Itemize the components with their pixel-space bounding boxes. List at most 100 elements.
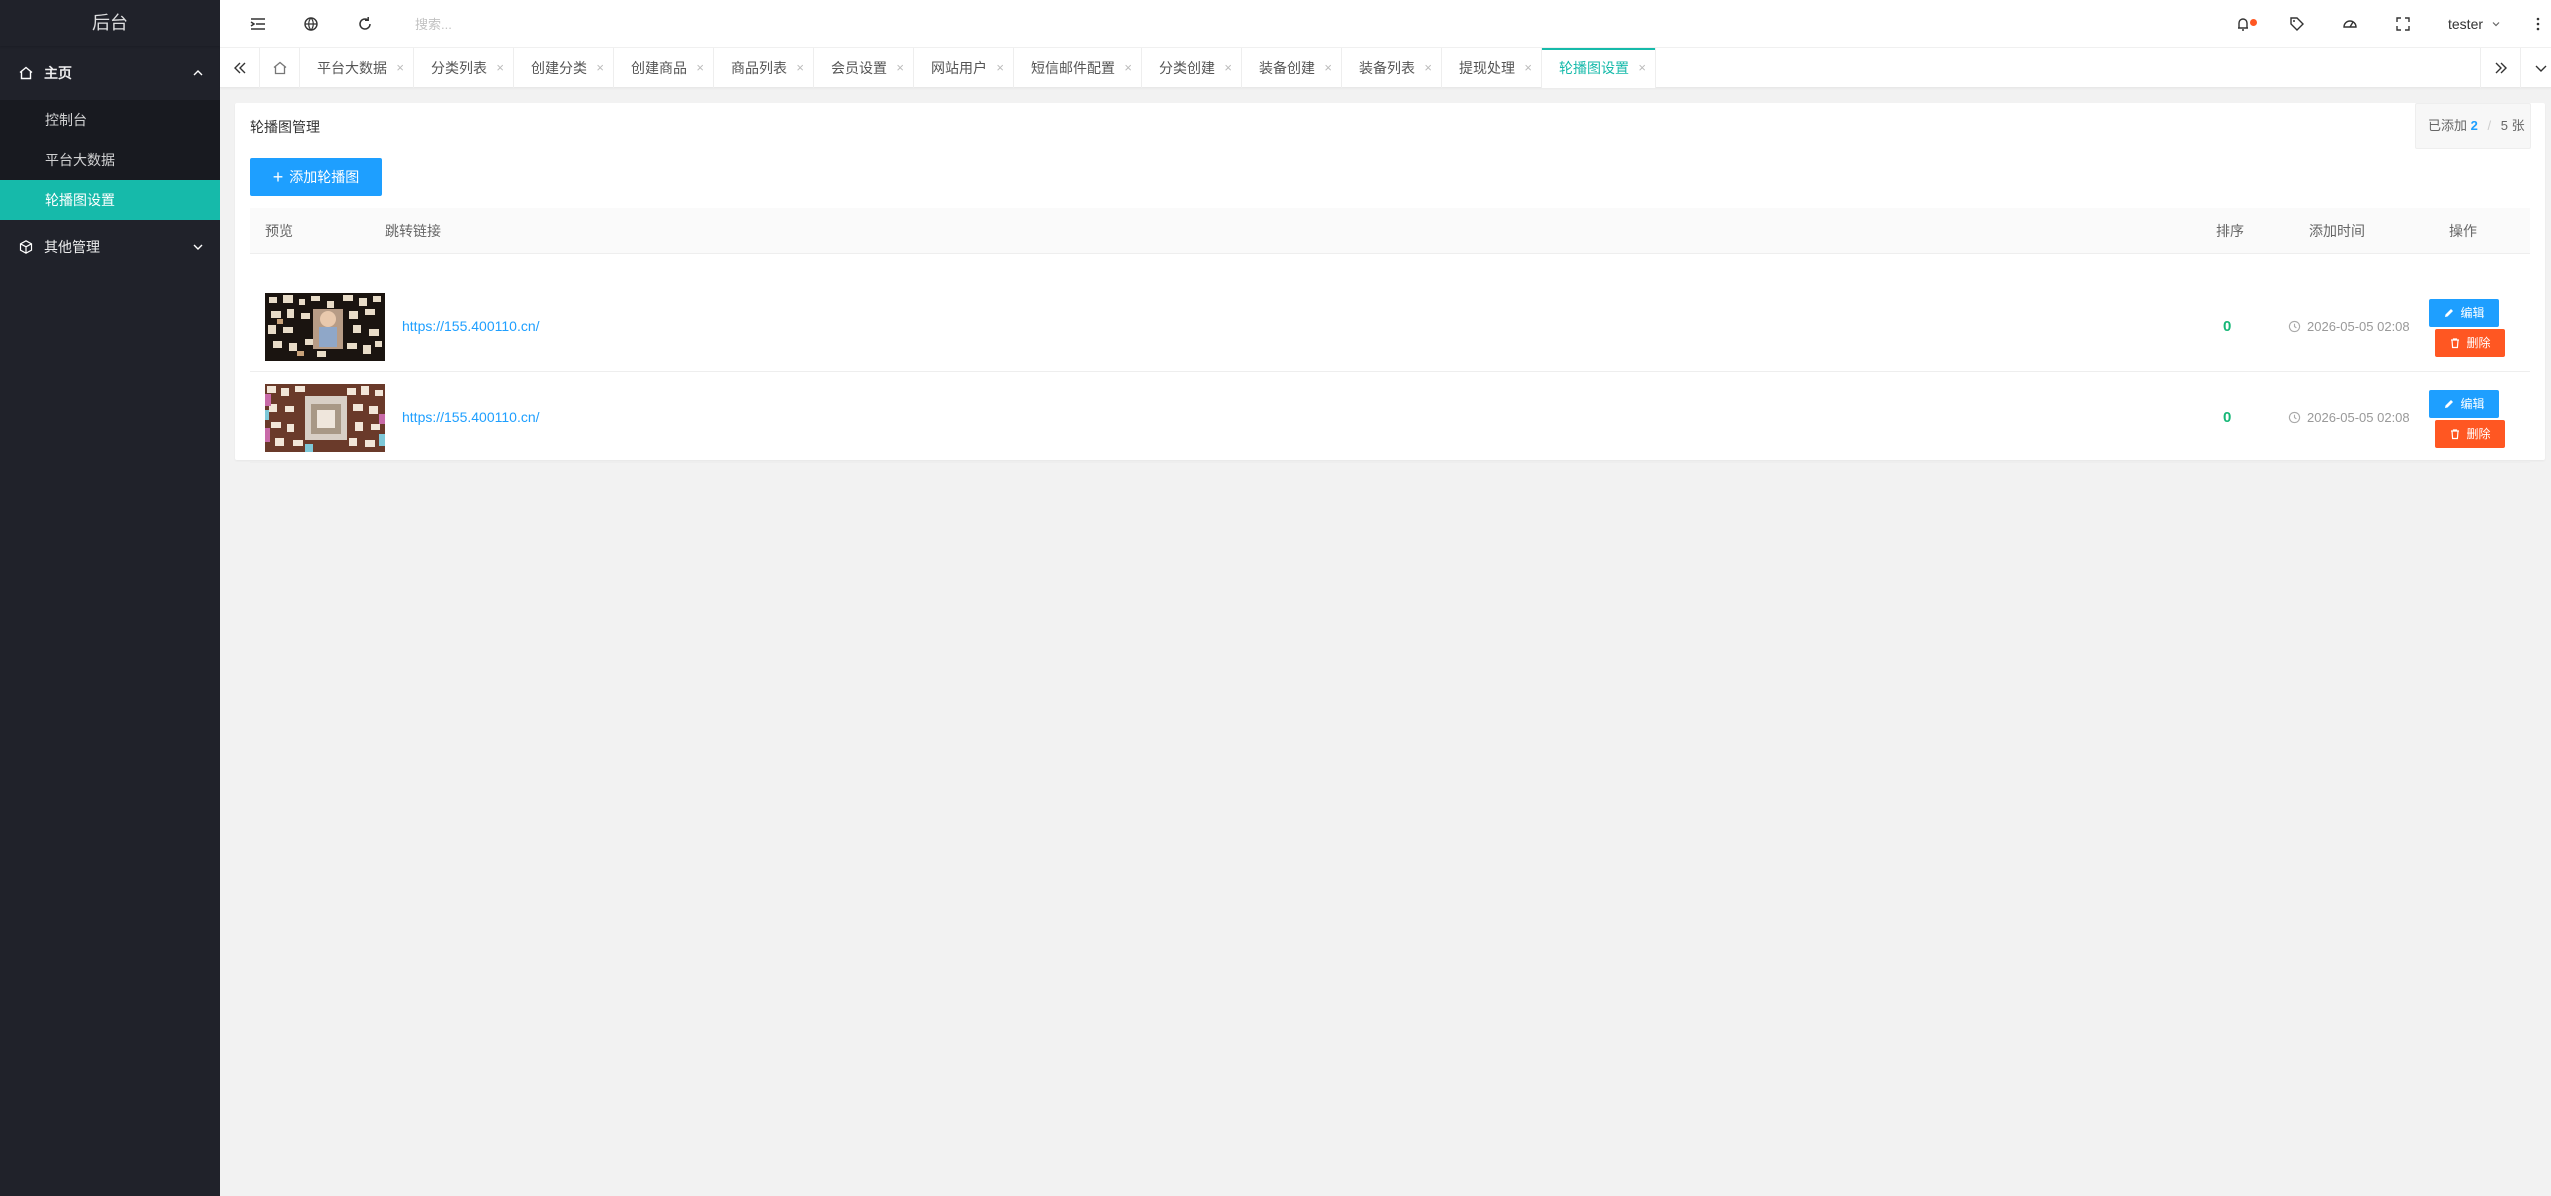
- fullscreen-icon[interactable]: [2393, 14, 2413, 34]
- tab-create-category[interactable]: 创建分类 ×: [514, 48, 614, 88]
- tab-category-list[interactable]: 分类列表 ×: [414, 48, 514, 88]
- tab-label: 短信邮件配置: [1031, 60, 1115, 76]
- header-time: 添加时间: [2309, 223, 2365, 239]
- tab-product-list[interactable]: 商品列表 ×: [714, 48, 814, 88]
- tab-home[interactable]: [260, 48, 300, 88]
- sort-value: 0: [2223, 409, 2232, 426]
- close-icon[interactable]: ×: [496, 48, 504, 88]
- sidebar-item-big-data[interactable]: 平台大数据: [0, 140, 220, 180]
- tab-equipment-create[interactable]: 装备创建 ×: [1242, 48, 1342, 88]
- added-time-text: 2026-05-05 02:08: [2307, 319, 2410, 334]
- count-prefix: 已添加: [2428, 118, 2468, 133]
- carousel-link[interactable]: https://155.400110.cn/: [402, 372, 540, 463]
- tab-scroll-right-button[interactable]: [2480, 48, 2520, 88]
- header-preview: 预览: [265, 223, 293, 239]
- tab-withdrawal-processing[interactable]: 提现处理 ×: [1442, 48, 1542, 88]
- cube-icon: [19, 240, 33, 254]
- delete-button[interactable]: 删除: [2435, 329, 2505, 357]
- close-icon[interactable]: ×: [1524, 48, 1532, 88]
- tab-carousel-settings[interactable]: 轮播图设置 ×: [1542, 48, 1656, 88]
- close-icon[interactable]: ×: [596, 48, 604, 88]
- menu-fold-icon[interactable]: [248, 14, 268, 34]
- notification-dot: [2250, 19, 2257, 26]
- tab-list: 平台大数据 × 分类列表 × 创建分类 × 创建商品 × 商品列表 × 会员设置 × 网站用…: [300, 48, 1656, 88]
- tab-label: 分类列表: [431, 60, 487, 76]
- edit-button[interactable]: 编辑: [2429, 390, 2499, 418]
- carousel-link[interactable]: https://155.400110.cn/: [402, 281, 540, 372]
- pencil-icon: [2445, 400, 2454, 408]
- theme-icon[interactable]: [2340, 14, 2360, 34]
- chevron-down-icon: [2535, 65, 2546, 72]
- count-total: 5 张: [2500, 118, 2525, 133]
- trash-icon: [2451, 338, 2460, 349]
- close-icon[interactable]: ×: [1424, 48, 1432, 88]
- double-chevron-left-icon: [233, 62, 245, 74]
- sidebar-group-label: 其他管理: [44, 239, 100, 255]
- close-icon[interactable]: ×: [1638, 48, 1646, 88]
- chevron-up-icon: [193, 70, 203, 76]
- sidebar-submenu-home: 控制台 平台大数据 轮播图设置: [0, 100, 220, 220]
- trash-icon: [2451, 429, 2460, 440]
- tab-label: 装备创建: [1259, 60, 1315, 76]
- header-sort: 排序: [2216, 223, 2244, 239]
- tab-dropdown-button[interactable]: [2520, 48, 2551, 88]
- tab-label: 商品列表: [731, 60, 787, 76]
- delete-label: 删除: [2466, 427, 2491, 441]
- tab-equipment-list[interactable]: 装备列表 ×: [1342, 48, 1442, 88]
- close-icon[interactable]: ×: [796, 48, 804, 88]
- tab-category-create[interactable]: 分类创建 ×: [1142, 48, 1242, 88]
- sort-value: 0: [2223, 318, 2232, 335]
- edit-label: 编辑: [2460, 397, 2485, 411]
- tab-scroll-left-button[interactable]: [220, 48, 260, 88]
- tab-site-users[interactable]: 网站用户 ×: [914, 48, 1014, 88]
- add-carousel-button[interactable]: + 添加轮播图: [250, 158, 382, 196]
- tab-label: 创建分类: [531, 60, 587, 76]
- table-row: https://155.400110.cn/ 0 2026-05-05 02:0…: [250, 372, 2530, 463]
- header-actions: 操作: [2449, 223, 2477, 239]
- sidebar-item-carousel-settings[interactable]: 轮播图设置: [0, 180, 220, 220]
- close-icon[interactable]: ×: [1224, 48, 1232, 88]
- close-icon[interactable]: ×: [896, 48, 904, 88]
- user-menu[interactable]: tester: [2448, 0, 2501, 48]
- plus-icon: +: [272, 167, 284, 187]
- tab-member-settings[interactable]: 会员设置 ×: [814, 48, 914, 88]
- tab-label: 轮播图设置: [1559, 60, 1629, 76]
- tab-label: 创建商品: [631, 60, 687, 76]
- chevron-down-icon: [2492, 22, 2500, 27]
- carousel-thumbnail[interactable]: [265, 384, 385, 452]
- added-time: 2026-05-05 02:08: [2288, 372, 2410, 463]
- added-time: 2026-05-05 02:08: [2288, 281, 2410, 372]
- added-time-text: 2026-05-05 02:08: [2307, 410, 2410, 425]
- table-header: 预览 跳转链接 排序 添加时间 操作: [250, 208, 2530, 254]
- app-logo[interactable]: 后台: [0, 0, 220, 46]
- close-icon[interactable]: ×: [1324, 48, 1332, 88]
- clock-icon: [2288, 411, 2301, 424]
- edit-label: 编辑: [2460, 306, 2485, 320]
- sidebar-group-other[interactable]: 其他管理: [0, 220, 220, 274]
- close-icon[interactable]: ×: [696, 48, 704, 88]
- user-name: tester: [2448, 16, 2484, 32]
- sidebar-group-home[interactable]: 主页: [0, 46, 220, 100]
- count-badge: 已添加 2 / 5 张: [2415, 103, 2531, 149]
- tab-label: 会员设置: [831, 60, 887, 76]
- tag-icon[interactable]: [2287, 14, 2307, 34]
- refresh-icon[interactable]: [355, 14, 375, 34]
- close-icon[interactable]: ×: [1124, 48, 1132, 88]
- delete-button[interactable]: 删除: [2435, 420, 2505, 448]
- home-icon: [273, 61, 286, 75]
- close-icon[interactable]: ×: [996, 48, 1004, 88]
- search-input[interactable]: [415, 12, 655, 36]
- tab-sms-email-config[interactable]: 短信邮件配置 ×: [1014, 48, 1142, 88]
- sidebar-item-dashboard[interactable]: 控制台: [0, 100, 220, 140]
- double-chevron-right-icon: [2495, 62, 2507, 74]
- carousel-thumbnail[interactable]: [265, 293, 385, 361]
- close-icon[interactable]: ×: [396, 48, 404, 88]
- tab-create-product[interactable]: 创建商品 ×: [614, 48, 714, 88]
- clock-icon: [2288, 320, 2301, 333]
- edit-button[interactable]: 编辑: [2429, 299, 2499, 327]
- globe-icon[interactable]: [301, 14, 321, 34]
- more-vertical-icon[interactable]: [2528, 14, 2548, 34]
- tab-platform-big-data[interactable]: 平台大数据 ×: [300, 48, 414, 88]
- count-separator: /: [2487, 118, 2492, 133]
- tab-label: 分类创建: [1159, 60, 1215, 76]
